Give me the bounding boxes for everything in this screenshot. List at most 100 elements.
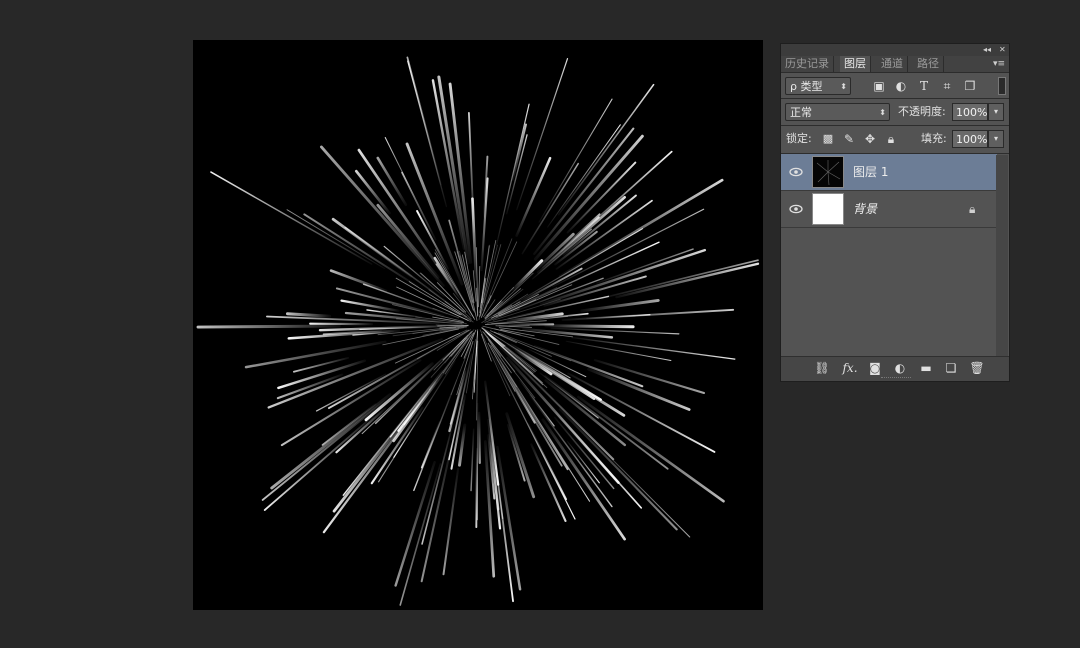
light-ray bbox=[507, 424, 526, 482]
light-ray bbox=[286, 209, 385, 270]
tab-layers[interactable]: 图层 bbox=[840, 56, 871, 72]
panel-resize-grip[interactable] bbox=[881, 377, 911, 381]
light-ray bbox=[329, 269, 388, 293]
opacity-dropdown-button[interactable]: ▾ bbox=[988, 103, 1004, 121]
divider bbox=[781, 125, 1009, 126]
light-ray bbox=[533, 134, 644, 261]
light-ray bbox=[468, 111, 475, 233]
filter-kind-label: ρ 类型 bbox=[790, 80, 823, 93]
light-ray bbox=[536, 195, 626, 274]
blend-row: 正常 ⬍ 不透明度: 100% ▾ bbox=[781, 103, 1009, 123]
light-ray bbox=[399, 463, 442, 606]
light-ray bbox=[263, 415, 375, 511]
lock-all-icon[interactable]: 🔒︎ bbox=[883, 130, 899, 148]
light-ray bbox=[593, 359, 706, 395]
panel-titlebar: ◂◂ ✕ bbox=[781, 44, 1009, 56]
light-ray bbox=[557, 83, 655, 216]
shape-filter-icon[interactable]: ⌗ bbox=[939, 77, 955, 95]
core-ray bbox=[394, 332, 461, 364]
light-ray bbox=[285, 312, 332, 318]
layer-name[interactable]: 背景 bbox=[853, 191, 877, 228]
layer-thumbnail bbox=[812, 193, 844, 225]
layer-mask-icon[interactable]: ◙ bbox=[866, 359, 884, 377]
chevron-updown-icon: ⬍ bbox=[879, 108, 886, 117]
fill-input[interactable]: 100% bbox=[952, 130, 988, 148]
core-ray bbox=[480, 244, 502, 317]
tab-history[interactable]: 历史记录 bbox=[781, 56, 834, 72]
layer-thumbnail bbox=[812, 156, 844, 188]
light-ray bbox=[511, 123, 527, 182]
close-panel-icon[interactable]: ✕ bbox=[999, 44, 1006, 56]
light-ray bbox=[470, 428, 475, 492]
layer-list-scrollbar[interactable] bbox=[996, 155, 1008, 357]
light-ray bbox=[458, 423, 467, 467]
layer-filter-row: ρ 类型 ⬍ ▣ ◐ T ⌗ ❐ bbox=[781, 76, 1009, 96]
type-filter-icon[interactable]: T bbox=[916, 77, 932, 95]
layer-name[interactable]: 图层 1 bbox=[853, 154, 888, 191]
core-ray bbox=[478, 266, 481, 308]
light-ray bbox=[267, 338, 443, 409]
panel-footer: ⛓ fx. ◙ ◐ ▬ ❏ 🗑︎ bbox=[781, 356, 1009, 381]
adjustment-filter-icon[interactable]: ◐ bbox=[893, 77, 909, 95]
lock-position-icon[interactable]: ✥ bbox=[862, 130, 878, 148]
tab-channels[interactable]: 通道 bbox=[877, 56, 908, 72]
layer-row-layer1[interactable]: 图层 1 bbox=[781, 154, 997, 191]
document-canvas[interactable] bbox=[193, 40, 763, 610]
light-ray bbox=[495, 103, 530, 247]
lock-transparent-pixels-icon[interactable]: ▩ bbox=[820, 130, 836, 148]
core-ray bbox=[495, 325, 532, 328]
light-ray bbox=[544, 324, 635, 329]
opacity-label: 不透明度: bbox=[898, 105, 946, 118]
light-ray bbox=[477, 411, 481, 465]
light-ray bbox=[196, 324, 341, 329]
opacity-input[interactable]: 100% bbox=[952, 103, 988, 121]
light-ray bbox=[420, 420, 441, 469]
group-folder-icon[interactable]: ▬ bbox=[917, 359, 935, 377]
lock-image-pixels-icon[interactable]: ✎ bbox=[841, 130, 857, 148]
light-ray bbox=[394, 460, 436, 587]
light-ray bbox=[261, 399, 386, 501]
fx-icon[interactable]: fx. bbox=[839, 359, 861, 377]
thumbnail-burst bbox=[816, 160, 841, 186]
layer-row-background[interactable]: 背景 🔒︎ bbox=[781, 191, 997, 228]
eye-icon[interactable] bbox=[789, 202, 803, 216]
light-ray bbox=[586, 314, 651, 320]
light-ray bbox=[210, 171, 373, 265]
light-ray bbox=[570, 336, 736, 360]
core-ray bbox=[487, 241, 518, 304]
fill-label: 填充: bbox=[921, 132, 947, 145]
light-ray bbox=[303, 213, 419, 288]
fill-dropdown-button[interactable]: ▾ bbox=[988, 130, 1004, 148]
panel-tabs: 历史记录 图层 通道 路径 ▾≡ bbox=[781, 56, 1009, 73]
adjustment-layer-icon[interactable]: ◐ bbox=[891, 359, 909, 377]
layer-list: 图层 1 背景 🔒︎ bbox=[781, 154, 997, 358]
blend-mode-label: 正常 bbox=[790, 106, 812, 119]
layers-panel: ◂◂ ✕ 历史记录 图层 通道 路径 ▾≡ ρ 类型 ⬍ ▣ ◐ T ⌗ ❐ 正… bbox=[780, 43, 1010, 382]
light-ray bbox=[600, 259, 759, 300]
light-ray bbox=[442, 467, 460, 576]
tab-paths[interactable]: 路径 bbox=[913, 56, 944, 72]
light-ray bbox=[508, 241, 660, 312]
filter-toggle-switch[interactable] bbox=[998, 77, 1006, 95]
lock-icon: 🔒︎ bbox=[969, 202, 976, 216]
image-filter-icon[interactable]: ▣ bbox=[871, 77, 887, 95]
light-ray bbox=[596, 248, 694, 284]
light-ray bbox=[244, 340, 387, 369]
divider bbox=[781, 98, 1009, 99]
light-ray bbox=[475, 447, 478, 529]
eye-icon[interactable] bbox=[789, 165, 803, 179]
blend-mode-dropdown[interactable]: 正常 ⬍ bbox=[785, 103, 890, 121]
smart-object-filter-icon[interactable]: ❐ bbox=[962, 77, 978, 95]
lock-row: 锁定: ▩ ✎ ✥ 🔒︎ 填充: 100% ▾ bbox=[781, 130, 1009, 150]
lock-label: 锁定: bbox=[786, 132, 812, 145]
starburst-artwork bbox=[196, 56, 760, 606]
link-layers-icon[interactable]: ⛓ bbox=[813, 359, 831, 377]
filter-kind-dropdown[interactable]: ρ 类型 ⬍ bbox=[785, 77, 851, 95]
light-ray bbox=[580, 298, 660, 313]
core-ray bbox=[480, 333, 492, 362]
new-layer-icon[interactable]: ❏ bbox=[942, 359, 960, 377]
panel-menu-icon[interactable]: ▾≡ bbox=[993, 56, 1005, 72]
delete-layer-icon[interactable]: 🗑︎ bbox=[968, 359, 986, 377]
collapse-panel-icon[interactable]: ◂◂ bbox=[983, 44, 991, 56]
chevron-updown-icon: ⬍ bbox=[840, 82, 847, 91]
